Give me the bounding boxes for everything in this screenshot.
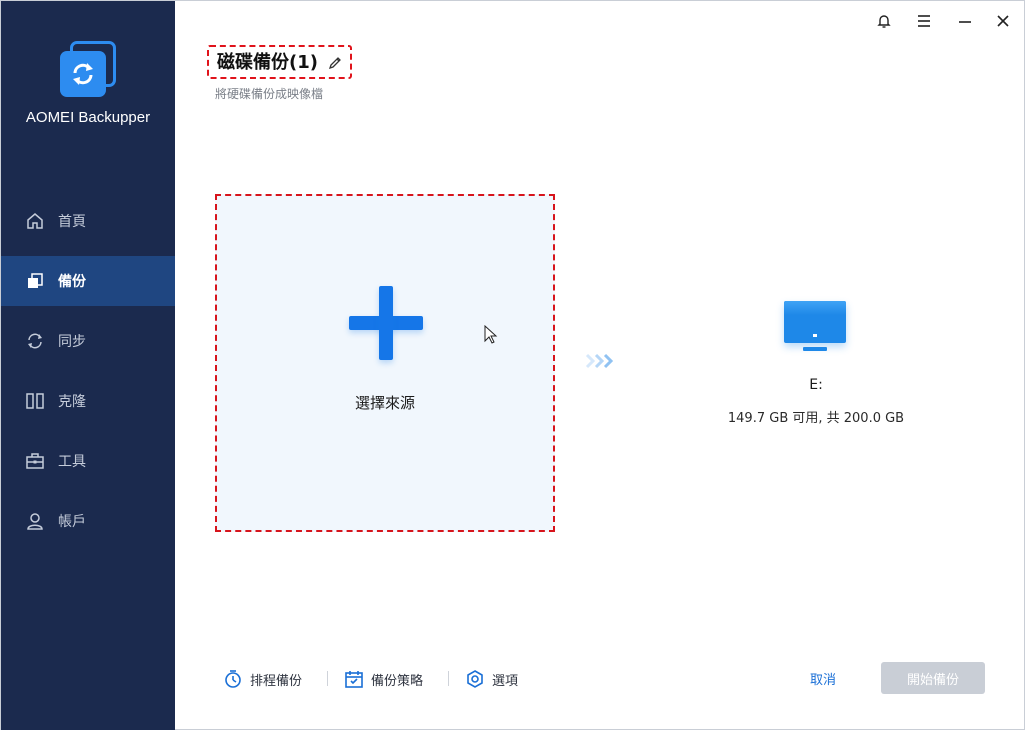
sidebar-item-label: 工具 — [58, 454, 86, 470]
calendar-check-icon — [345, 671, 363, 688]
backup-icon — [25, 271, 45, 291]
mouse-cursor-icon — [484, 325, 498, 344]
sidebar-item-clone[interactable]: 克隆 — [1, 376, 175, 426]
close-button[interactable] — [991, 9, 1015, 33]
schedule-backup-label: 排程備份 — [250, 673, 303, 689]
sidebar-item-tools[interactable]: 工具 — [1, 436, 175, 486]
minimize-icon — [959, 21, 971, 23]
sidebar-item-home[interactable]: 首頁 — [1, 196, 175, 246]
sidebar-item-label: 首頁 — [58, 214, 86, 230]
direction-arrows-icon — [585, 353, 614, 369]
destination-size: 149.7 GB 可用, 共 200.0 GB — [727, 411, 905, 426]
sidebar-item-label: 克隆 — [58, 394, 86, 410]
minimize-button[interactable] — [953, 9, 977, 33]
user-icon — [25, 511, 45, 531]
edit-icon[interactable] — [328, 56, 342, 70]
sync-logo-icon — [60, 51, 106, 97]
close-icon — [997, 15, 1009, 27]
clock-icon — [225, 670, 241, 688]
app-window: AOMEI Backupper 首頁 備份 同步 克隆 工具 帳戶 磁碟備份(1… — [0, 0, 1025, 730]
app-name: AOMEI Backupper — [25, 109, 151, 126]
sidebar-item-label: 帳戶 — [58, 514, 86, 530]
hexagon-gear-icon — [467, 670, 483, 688]
destination-drive-label: E: — [809, 377, 823, 393]
sidebar-item-sync[interactable]: 同步 — [1, 316, 175, 366]
hamburger-icon — [918, 15, 930, 27]
options-label: 選項 — [492, 673, 519, 689]
backup-scheme-label: 備份策略 — [371, 673, 424, 689]
schedule-backup-button[interactable]: 排程備份 — [223, 667, 302, 691]
sync-icon — [25, 331, 45, 351]
page-title: 磁碟備份(1) — [217, 52, 318, 73]
menu-button[interactable] — [912, 9, 936, 33]
select-source-label: 選擇來源 — [354, 394, 415, 412]
sidebar-item-backup[interactable]: 備份 — [1, 256, 175, 306]
divider — [448, 671, 449, 686]
start-backup-button[interactable]: 開始備份 — [881, 662, 985, 694]
sidebar-item-label: 同步 — [58, 334, 86, 350]
destination-panel[interactable]: E: 149.7 GB 可用, 共 200.0 GB — [701, 297, 931, 437]
select-source-box[interactable]: 選擇來源 — [215, 194, 555, 532]
divider — [327, 671, 328, 686]
plus-icon — [349, 286, 423, 360]
toolbox-icon — [25, 451, 45, 471]
sidebar-item-account[interactable]: 帳戶 — [1, 496, 175, 546]
cancel-button[interactable]: 取消 — [797, 669, 849, 688]
backup-scheme-button[interactable]: 備份策略 — [344, 667, 423, 691]
sidebar: AOMEI Backupper 首頁 備份 同步 克隆 工具 帳戶 — [1, 1, 175, 730]
home-icon — [25, 211, 45, 231]
monitor-icon — [784, 301, 846, 359]
options-button[interactable]: 選項 — [465, 667, 518, 691]
sidebar-item-label: 備份 — [58, 274, 86, 290]
page-subtitle: 將硬碟備份成映像檔 — [215, 87, 324, 101]
bell-icon — [877, 15, 891, 28]
task-title-box[interactable]: 磁碟備份(1) — [207, 45, 352, 79]
clone-icon — [25, 391, 45, 411]
app-logo — [58, 41, 118, 99]
notification-button[interactable] — [872, 9, 896, 33]
